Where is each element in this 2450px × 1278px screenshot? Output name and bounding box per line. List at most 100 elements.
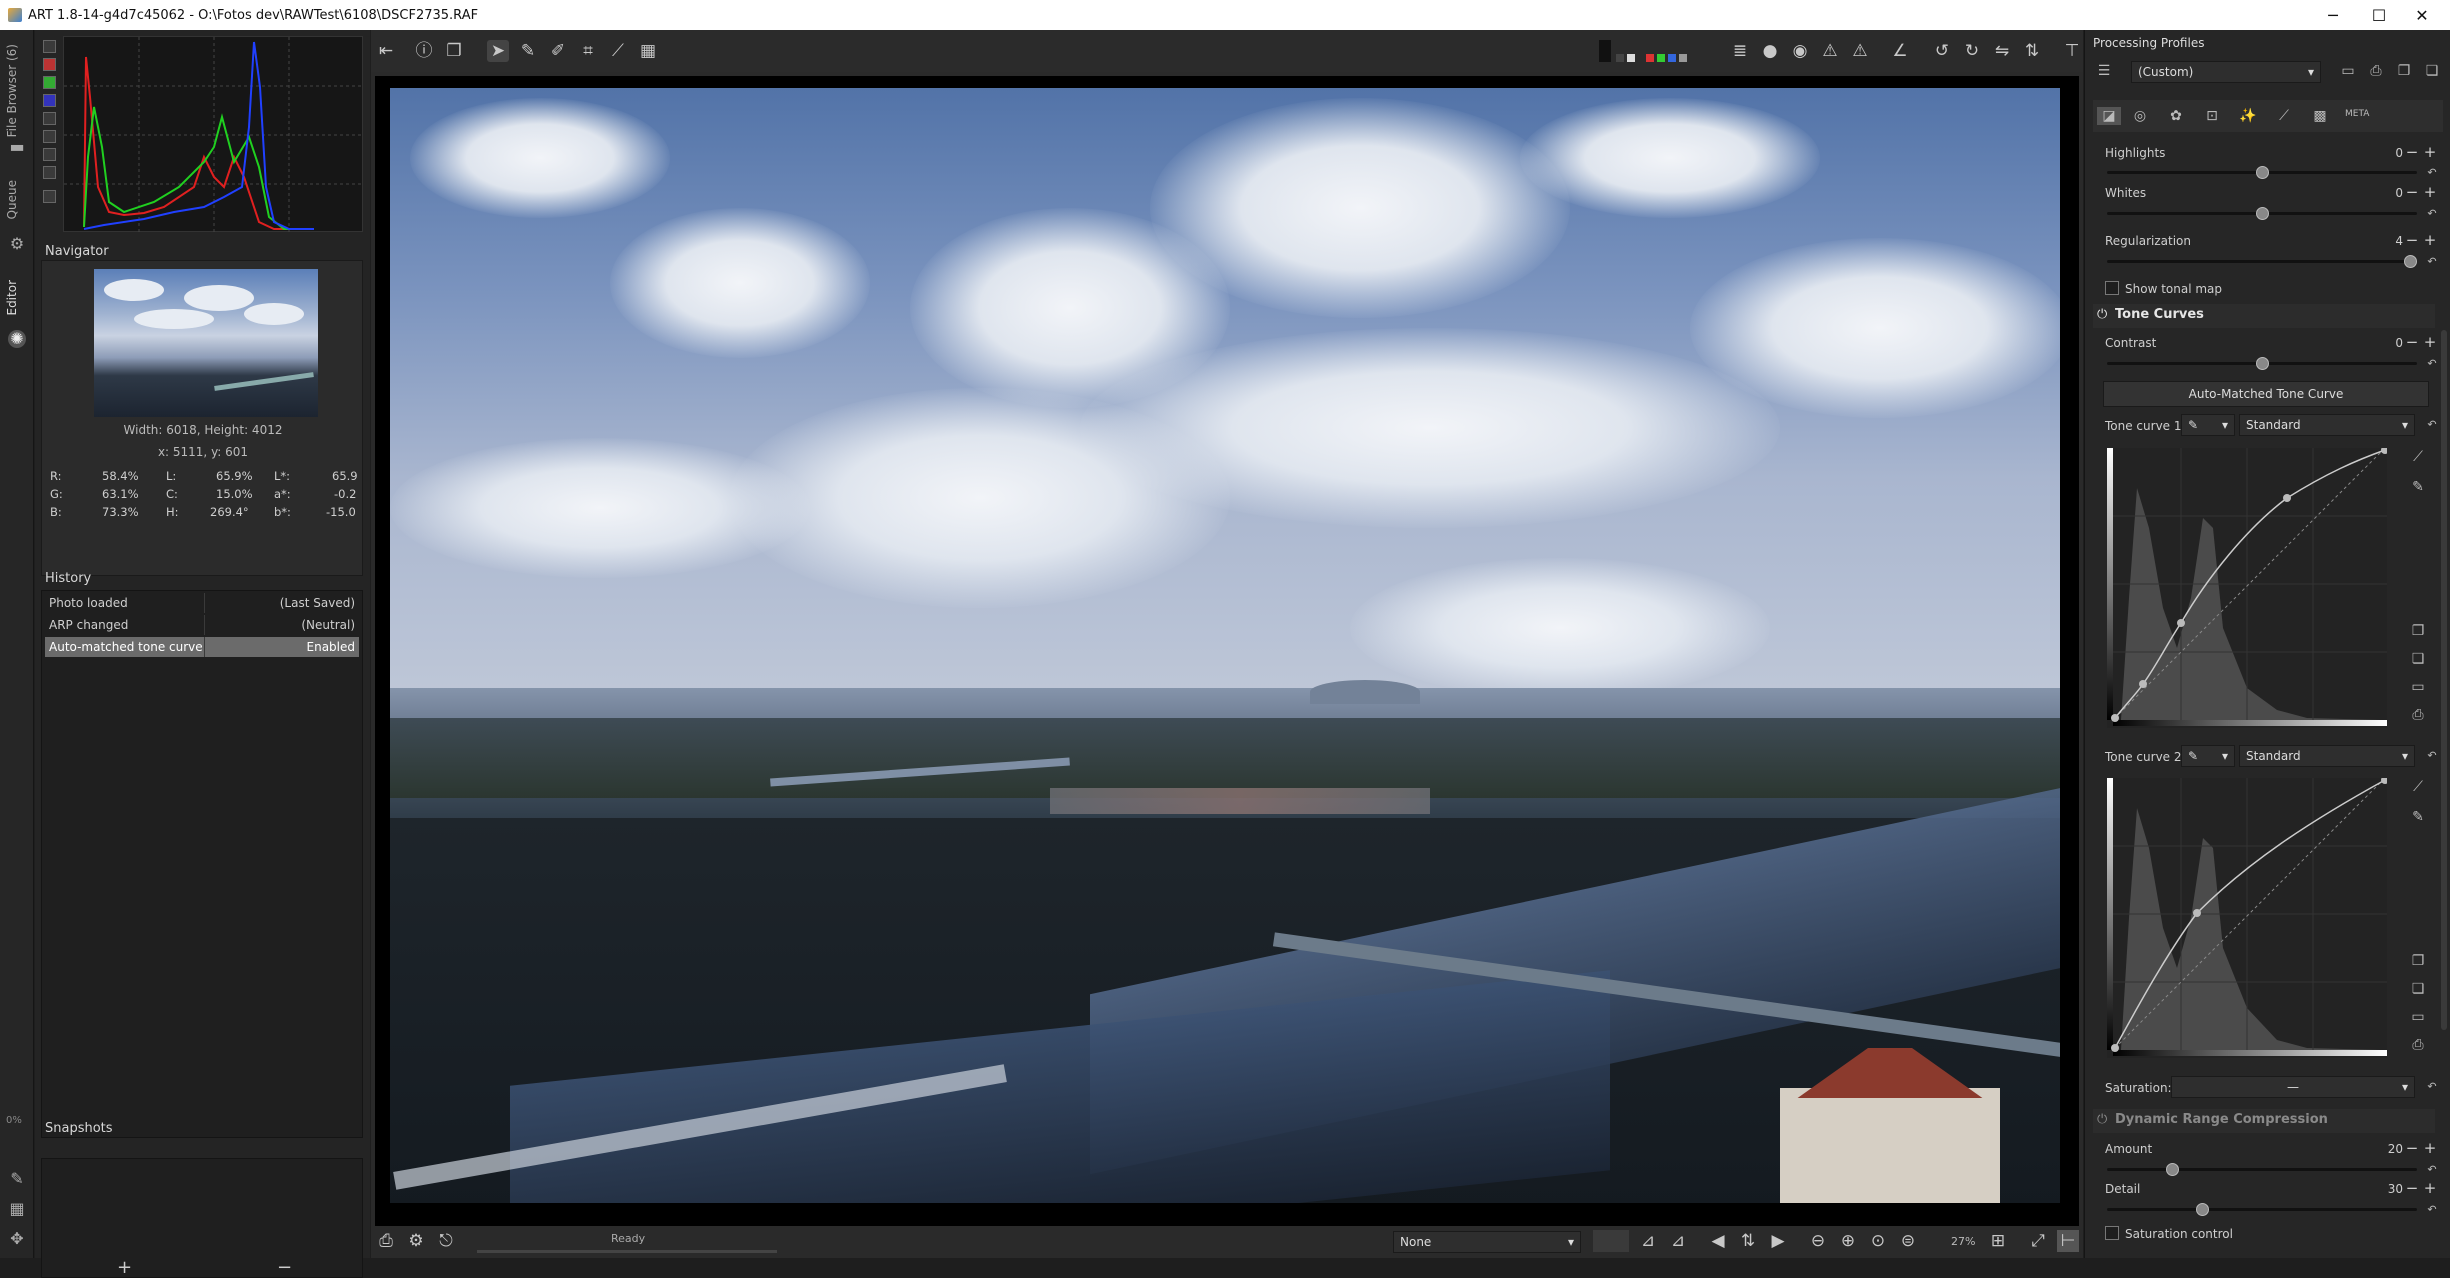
curve-save-icon[interactable]: ⎙ [2409,706,2427,724]
curve-save-icon[interactable]: ⎙ [2409,1036,2427,1054]
curve-edit-point-icon[interactable]: ✎ [2409,808,2427,826]
fullscreen-icon[interactable]: ⤢ [2027,1230,2049,1252]
tab-raw-icon[interactable]: ▩ [2311,107,2329,125]
zoom-in-icon[interactable]: ⊕ [1837,1230,1859,1252]
drc-detail-decrease[interactable]: − [2405,1179,2419,1197]
regularization-increase[interactable]: + [2423,231,2437,249]
drc-detail-slider[interactable] [2107,1203,2417,1216]
queue-add-icon[interactable]: ⚙ [405,1230,427,1252]
straighten-icon[interactable]: ⟋ [607,40,629,62]
tab-effects-icon[interactable]: ✨ [2239,107,2257,125]
hide-left-panel-icon[interactable]: ⇤ [375,40,397,62]
tab-local-icon[interactable]: ⊡ [2203,107,2221,125]
curve-paste-icon[interactable]: ❏ [2409,650,2427,668]
save-profile-icon[interactable]: ⎙ [2367,62,2385,80]
drc-detail-value[interactable]: 30 [2363,1182,2403,1196]
perspective-icon[interactable]: ▦ [637,40,659,62]
tone-curve-1-editor[interactable] [2107,446,2389,728]
save-image-icon[interactable]: ⎙ [375,1230,397,1252]
crosshair-icon[interactable]: ✥ [8,1230,26,1248]
mask-preview-icon[interactable]: ● [1759,40,1781,62]
copy-profile-icon[interactable]: ❐ [2395,62,2413,80]
previous-image-icon[interactable]: ◀ [1707,1230,1729,1252]
drc-amount-slider[interactable] [2107,1163,2417,1176]
zoom-out-icon[interactable]: ⊖ [1807,1230,1829,1252]
history-item[interactable]: ARP changed (Neutral) [45,615,359,635]
histogram-luma-toggle[interactable] [43,112,56,125]
saturation-select[interactable]: — ▾ [2171,1076,2415,1098]
zoom-fit-icon[interactable]: ⊙ [1867,1230,1889,1252]
eyedropper-icon[interactable]: ✎ [517,40,539,62]
history-item[interactable]: Photo loaded (Last Saved) [45,593,359,613]
curve1-mode-select[interactable]: Standard ▾ [2239,414,2415,436]
right-panel-scrollbar[interactable] [2441,330,2447,1030]
close-button[interactable]: ✕ [2394,0,2450,30]
add-snapshot-button[interactable]: + [117,1257,132,1278]
contrast-slider[interactable] [2107,357,2417,370]
curve-pick-icon[interactable]: ⟋ [2409,778,2427,796]
navigator-thumbnail[interactable] [94,269,318,417]
aperture-icon[interactable]: ✺ [8,330,26,348]
rotate-left-icon[interactable]: ↺ [1931,40,1953,62]
paste-profile-icon[interactable]: ❏ [2423,62,2441,80]
drc-amount-decrease[interactable]: − [2405,1139,2419,1157]
open-profile-icon[interactable]: ▭ [2339,62,2357,80]
reset-icon[interactable]: ↶ [2423,1078,2441,1096]
reset-icon[interactable]: ↶ [2423,355,2441,373]
regularization-slider-knob[interactable] [2404,255,2417,268]
next-image-icon[interactable]: ▶ [1767,1230,1789,1252]
drc-detail-slider-knob[interactable] [2196,1203,2210,1216]
reset-icon[interactable]: ↶ [2423,1161,2441,1179]
highlights-slider-knob[interactable] [2255,166,2269,179]
zoom-100-icon[interactable]: ⊜ [1897,1230,1919,1252]
whites-slider[interactable] [2107,207,2417,220]
drc-amount-value[interactable]: 20 [2363,1142,2403,1156]
prev-image-split-icon[interactable]: ⊿ [1637,1230,1659,1252]
power-icon[interactable]: ⏻ [2097,307,2107,322]
regularization-decrease[interactable]: − [2405,231,2419,249]
new-detail-window-icon[interactable]: ⊞ [1987,1230,2009,1252]
profile-select[interactable]: None ▾ [1393,1231,1581,1253]
processing-profile-select[interactable]: (Custom) ▾ [2131,61,2321,83]
sync-icon[interactable]: ⇅ [1737,1230,1759,1252]
tone-curve-2-editor[interactable] [2107,776,2389,1058]
tab-exposure-icon[interactable]: ◪ [2097,107,2121,125]
drc-amount-slider-knob[interactable] [2166,1163,2180,1176]
tone-curves-header[interactable]: ⏻ Tone Curves [2093,304,2435,328]
contrast-slider-knob[interactable] [2255,357,2269,370]
highlights-value[interactable]: 0 [2363,146,2403,160]
tab-queue[interactable]: Queue [5,180,19,219]
flip-vertical-icon[interactable]: ⇅ [2021,40,2043,62]
curve2-type-select[interactable]: ✎ ▾ [2181,745,2235,767]
channel-red-icon[interactable] [1646,54,1654,62]
before-after-icon[interactable]: ❐ [443,40,465,62]
curve-open-icon[interactable]: ▭ [2409,678,2427,696]
spot-removal-icon[interactable]: ✐ [547,40,569,62]
curve-copy-icon[interactable]: ❐ [2409,622,2427,640]
hide-right-panel-icon[interactable]: ⊤ [2061,40,2083,62]
highlights-decrease[interactable]: − [2405,143,2419,161]
reset-icon[interactable]: ↶ [2423,747,2441,765]
channel-luma-icon[interactable] [1679,54,1687,62]
curve1-type-select[interactable]: ✎ ▾ [2181,414,2235,436]
curve-paste-icon[interactable]: ❏ [2409,980,2427,998]
tab-file-browser[interactable]: File Browser (6) [5,44,19,137]
curve2-mode-select[interactable]: Standard ▾ [2239,745,2415,767]
reset-icon[interactable]: ↶ [2423,164,2441,182]
tab-details-icon[interactable]: ◎ [2131,107,2149,125]
histogram-bar-toggle[interactable] [43,148,56,161]
history-item-selected[interactable]: Auto-matched tone curve Enabled [45,637,359,657]
whites-value[interactable]: 0 [2363,186,2403,200]
highlights-slider[interactable] [2107,166,2417,179]
crop-icon[interactable]: ⌗ [577,40,599,62]
drc-header[interactable]: ⏻ Dynamic Range Compression [2093,1109,2435,1133]
tab-meta[interactable]: META [2345,109,2369,119]
curve-open-icon[interactable]: ▭ [2409,1008,2427,1026]
whites-decrease[interactable]: − [2405,183,2419,201]
remove-snapshot-button[interactable]: − [277,1257,292,1278]
whites-increase[interactable]: + [2423,183,2437,201]
gamut-icon[interactable]: ∠ [1889,40,1911,62]
false-color-icon[interactable]: ◉ [1789,40,1811,62]
histogram-scale-toggle[interactable] [43,190,56,203]
whites-slider-knob[interactable] [2255,207,2269,220]
